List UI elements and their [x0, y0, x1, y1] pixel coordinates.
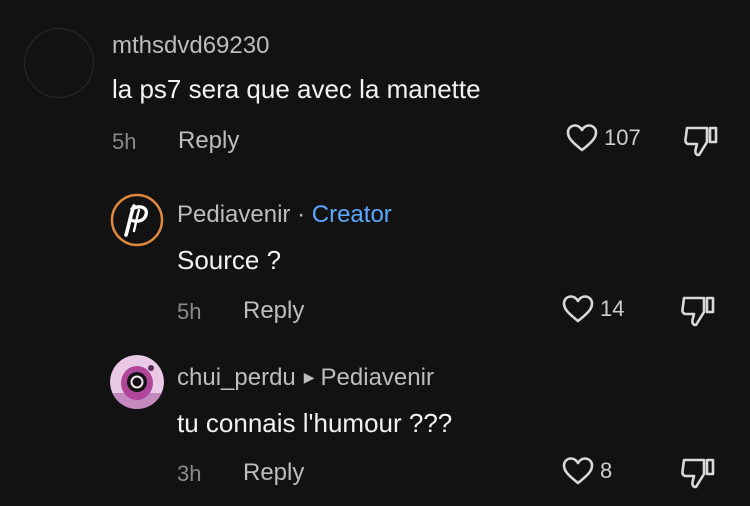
reply-time: 3h: [177, 461, 202, 486]
reply-text: Source ?: [177, 245, 282, 275]
avatar[interactable]: [110, 193, 164, 247]
reply-button[interactable]: Reply: [243, 459, 304, 487]
avatar[interactable]: [110, 355, 164, 409]
dislike-button[interactable]: [683, 124, 719, 163]
like-count: 107: [604, 125, 641, 150]
like-button[interactable]: 14: [562, 294, 624, 324]
reply-button[interactable]: Reply: [243, 297, 304, 325]
like-count: 8: [600, 458, 613, 483]
avatar[interactable]: [24, 28, 94, 98]
reply-button[interactable]: Reply: [178, 127, 239, 155]
like-count: 14: [600, 296, 625, 321]
thumbs-down-icon: [684, 126, 718, 157]
thumbs-down-icon: [681, 296, 715, 327]
reply-username[interactable]: chui_perdu: [177, 364, 296, 391]
reply-text: tu connais l'humour ???: [177, 408, 453, 438]
reply-time: 5h: [177, 299, 202, 324]
triangle-right-icon: ▶: [303, 369, 315, 385]
comment-username[interactable]: mthsdvd69230: [112, 32, 269, 60]
pediavenir-logo-icon: [110, 193, 164, 247]
heart-outline-icon: [566, 124, 598, 152]
character-avatar-icon: [110, 355, 164, 409]
reply-username[interactable]: Pediavenir: [177, 201, 290, 228]
reply-username-row: chui_perdu ▶ Pediavenir: [177, 364, 434, 392]
thumbs-down-icon: [681, 458, 715, 489]
like-button[interactable]: 107: [566, 123, 641, 153]
replied-to-username[interactable]: Pediavenir: [321, 364, 434, 391]
creator-badge: Creator: [311, 201, 392, 228]
comment-time: 5h: [112, 129, 137, 154]
comment-text: la ps7 sera que avec la manette: [112, 74, 481, 104]
reply-username-row: Pediavenir · Creator: [177, 201, 392, 229]
heart-outline-icon: [562, 295, 594, 323]
like-button[interactable]: 8: [562, 456, 612, 486]
heart-outline-icon: [562, 457, 594, 485]
separator-dot: ·: [297, 201, 306, 228]
dislike-button[interactable]: [680, 456, 716, 495]
dislike-button[interactable]: [680, 294, 716, 333]
